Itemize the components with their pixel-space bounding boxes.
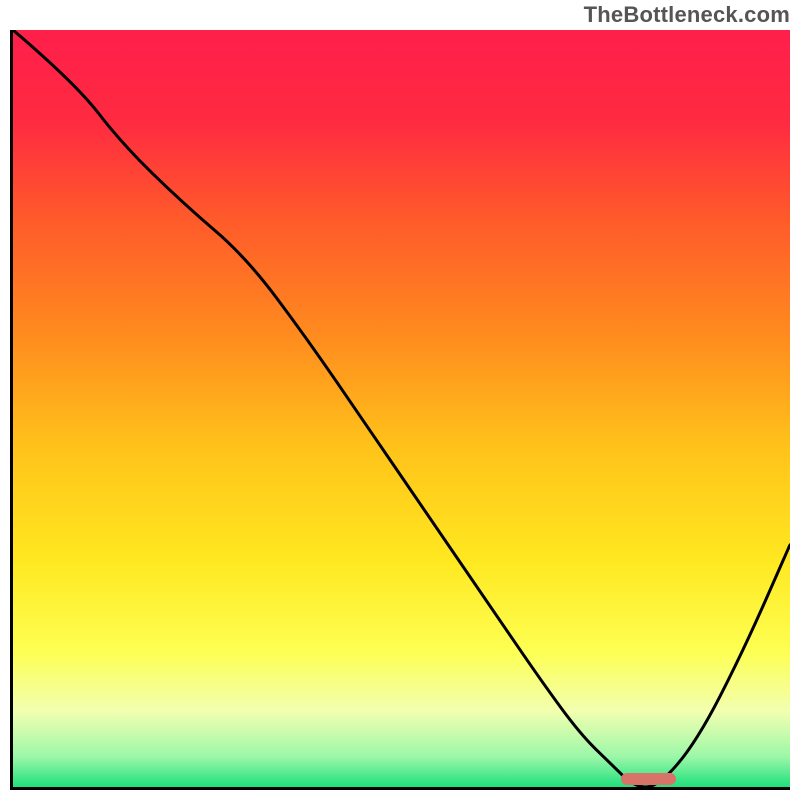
chart-container: TheBottleneck.com: [0, 0, 800, 800]
bottleneck-curve: [13, 30, 790, 787]
plot-area: [10, 30, 790, 790]
watermark-text: TheBottleneck.com: [584, 2, 790, 28]
optimal-range-marker: [621, 773, 676, 785]
